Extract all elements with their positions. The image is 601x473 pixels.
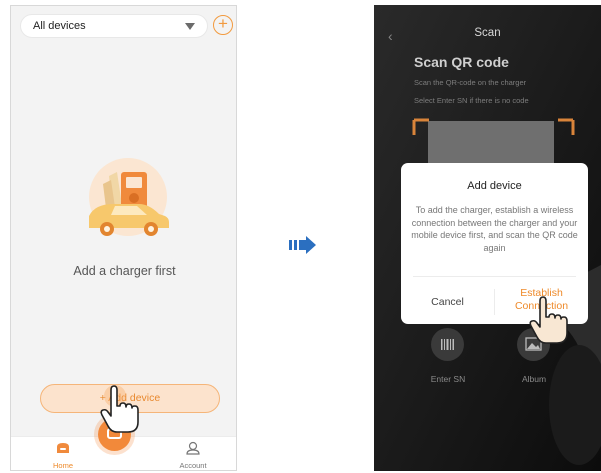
charger-car-illustration	[89, 158, 169, 236]
scan-instruction-2: Select Enter SN if there is no code	[414, 96, 529, 105]
arrow-right-icon	[289, 236, 316, 254]
home-icon	[57, 443, 69, 453]
user-icon	[186, 441, 200, 455]
tab-account[interactable]: Account	[163, 441, 223, 470]
device-filter-value: All devices	[33, 20, 86, 32]
enter-sn-label: Enter SN	[430, 374, 466, 384]
scan-screen: ‹ Scan Scan QR code Scan the QR-code on …	[374, 5, 601, 471]
pointing-hand-icon	[529, 296, 568, 344]
enter-sn-button[interactable]	[431, 328, 464, 361]
plus-circle-icon[interactable]: +	[213, 15, 233, 35]
tab-home-label: Home	[52, 461, 73, 470]
dialog-title: Add device	[467, 180, 522, 192]
tab-home[interactable]: Home	[33, 441, 93, 470]
dialog-message: To add the charger, establish a wireless…	[411, 205, 578, 253]
empty-state-text: Add a charger first	[73, 264, 176, 278]
nav-title: Scan	[474, 27, 501, 39]
pointing-hand-icon	[100, 385, 139, 433]
cancel-button[interactable]: Cancel	[401, 296, 494, 308]
tab-account-label: Account	[179, 461, 207, 470]
scan-instruction-1: Scan the QR-code on the charger	[414, 78, 527, 87]
album-label: Album	[521, 374, 547, 384]
scan-heading: Scan QR code	[414, 54, 509, 70]
dialog-divider	[413, 276, 576, 277]
device-filter-select[interactable]: All devices	[20, 14, 208, 38]
barcode-icon	[441, 339, 454, 350]
dropdown-caret-icon	[185, 23, 195, 30]
